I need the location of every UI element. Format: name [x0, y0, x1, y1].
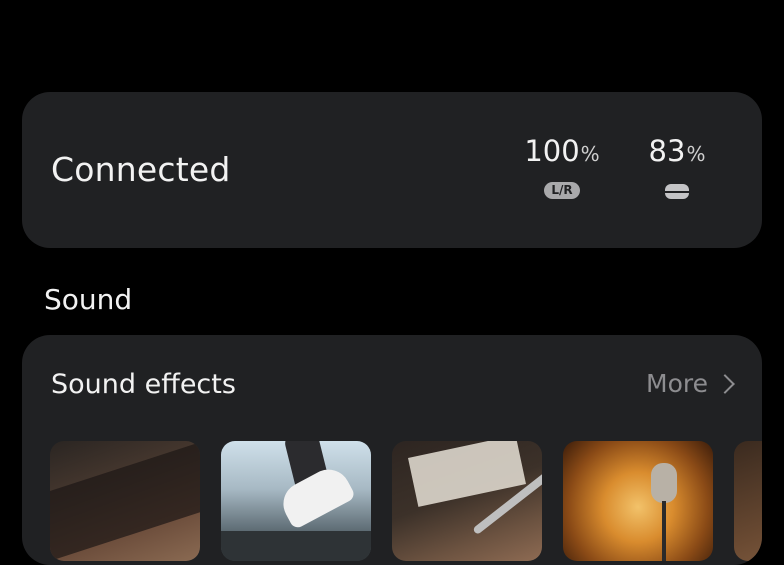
connection-status-card[interactable]: Connected 100% L/R 83% — [22, 92, 762, 248]
effect-thumb-1[interactable] — [50, 441, 200, 561]
case-battery-value: 83 — [648, 134, 686, 168]
case-battery: 83% — [634, 134, 720, 203]
buds-battery-unit: % — [580, 142, 600, 166]
effect-thumb-3[interactable] — [392, 441, 542, 561]
case-battery-unit: % — [686, 142, 706, 166]
thumb-art — [221, 531, 371, 561]
thumb-art — [50, 441, 200, 561]
more-label: More — [646, 369, 708, 398]
buds-battery: 100% L/R — [510, 134, 614, 199]
effect-thumb-4[interactable] — [563, 441, 713, 561]
case-icon — [665, 184, 689, 199]
sound-section-title: Sound — [44, 283, 133, 316]
buds-battery-value: 100 — [524, 134, 580, 168]
thumb-art — [662, 501, 666, 561]
chevron-right-icon — [715, 373, 735, 394]
effect-thumb-2[interactable] — [221, 441, 371, 561]
lr-badge: L/R — [544, 182, 580, 199]
more-button[interactable]: More — [646, 369, 738, 398]
connection-status-label: Connected — [51, 150, 231, 189]
microphone-icon — [651, 463, 677, 503]
thumb-art — [275, 461, 357, 531]
sound-effects-title: Sound effects — [51, 369, 236, 400]
sound-effects-card[interactable]: Sound effects More — [22, 335, 762, 565]
effect-thumb-5[interactable] — [734, 441, 762, 561]
thumb-art — [408, 441, 526, 507]
